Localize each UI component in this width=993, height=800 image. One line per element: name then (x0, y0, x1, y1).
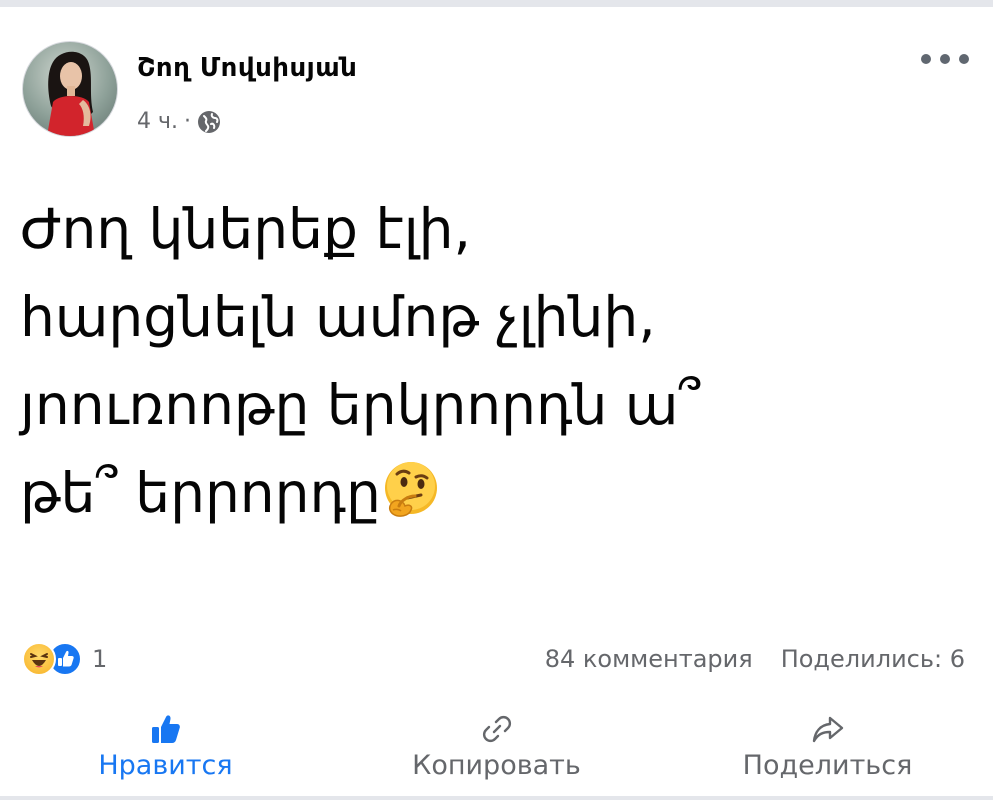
post-body: Ժող կներեք էլի, հարցնելն ամոթ չլինի, յոո… (20, 185, 960, 537)
copy-label: Копировать (412, 750, 581, 781)
comments-count-link[interactable]: 84 комментария (545, 645, 753, 673)
post-meta: 4 ч. · (137, 109, 221, 134)
post-time[interactable]: 4 ч. (137, 109, 178, 134)
avatar-image (47, 51, 95, 136)
post-card: Շող Մովսիսյան 4 ч. · Ժող կներեք էլի, հար… (0, 0, 993, 800)
meta-separator: · (183, 109, 191, 134)
reactions-summary[interactable]: 1 (22, 642, 107, 676)
share-label: Поделиться (742, 750, 913, 781)
post-text-line-last: թե՞ երրորդը (20, 449, 960, 537)
share-button[interactable]: Поделиться (703, 712, 953, 781)
shares-count-link[interactable]: Поделились: 6 (781, 645, 965, 673)
reaction-count: 1 (92, 645, 108, 673)
post-text-line: յոուռոոթը երկրորդն ա՞ (20, 373, 701, 437)
thumbs-up-icon (149, 712, 183, 746)
post-stats: 1 84 комментария Поделились: 6 (22, 639, 965, 679)
post-text-line: Ժող կներեք էլի, (20, 197, 472, 261)
copy-link-button[interactable]: Копировать (372, 712, 622, 781)
author-avatar[interactable] (22, 41, 118, 137)
thinking-face-emoji (381, 457, 441, 517)
share-arrow-icon (811, 712, 845, 746)
link-icon (480, 712, 514, 746)
engagement-counts: 84 комментария Поделились: 6 (545, 645, 965, 673)
more-options-button[interactable] (921, 47, 969, 71)
like-button[interactable]: Нравится (41, 712, 291, 781)
post-text-line: հարցնելն ամոթ չլինի, (20, 285, 656, 349)
author-name[interactable]: Շող Մովսիսյան (137, 53, 357, 83)
post-header: Շող Մովսիսյան 4 ч. · (22, 41, 971, 141)
more-dot (959, 54, 969, 64)
more-dot (940, 54, 950, 64)
haha-reaction-icon (22, 642, 56, 676)
post-text-line: թե՞ երրորդը (20, 461, 381, 525)
more-horizontal-icon (921, 54, 931, 64)
like-label: Нравится (98, 750, 233, 781)
globe-icon (197, 110, 221, 134)
action-bar: Нравится Копировать Поделиться (0, 712, 993, 797)
